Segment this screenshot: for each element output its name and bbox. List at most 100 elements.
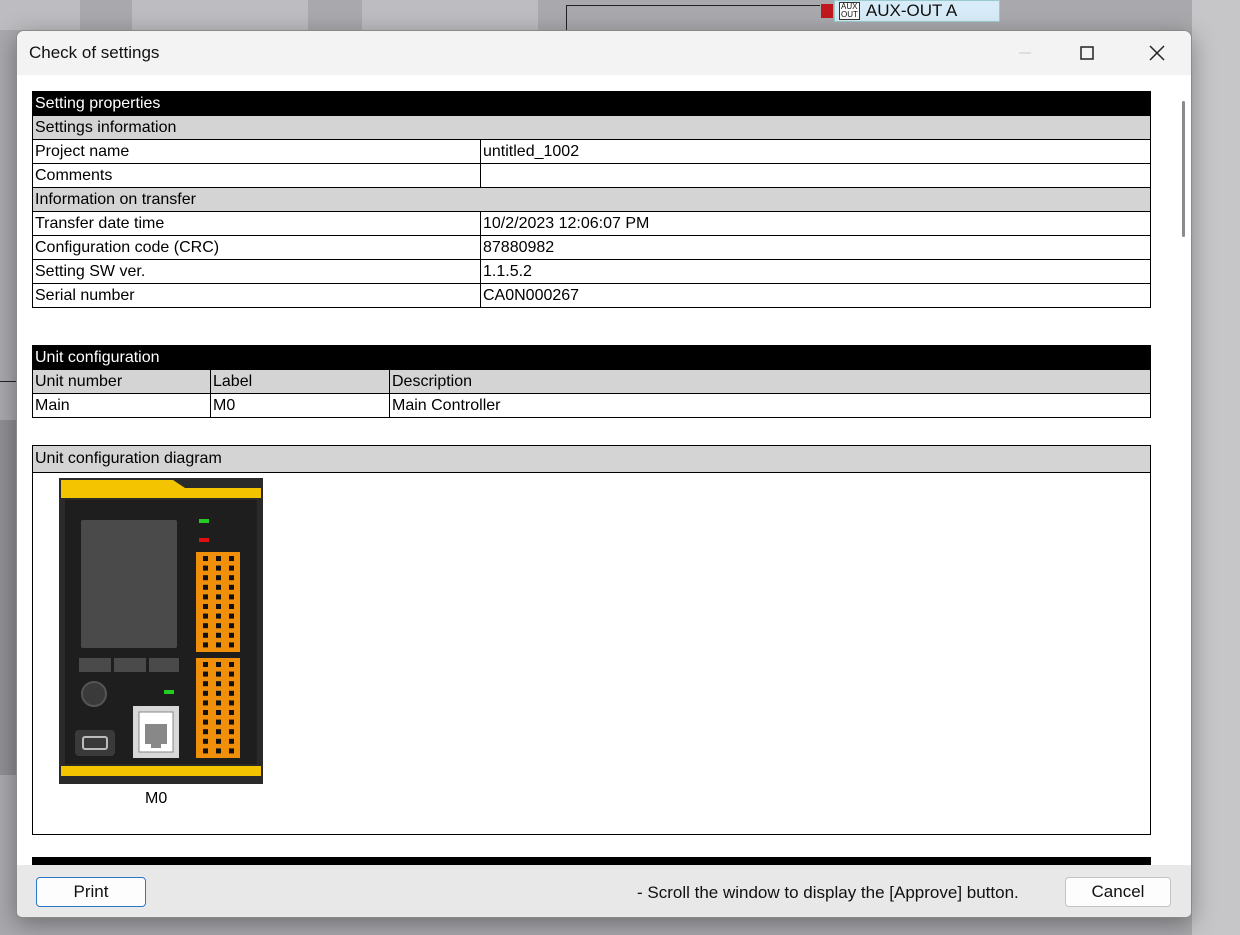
cell-label: M0 (210, 393, 390, 418)
terminal-pin (203, 662, 208, 667)
terminal-pin (203, 594, 208, 600)
terminal-pin (203, 738, 208, 744)
close-icon (1149, 45, 1165, 61)
terminal-pin (216, 594, 221, 600)
maximize-button[interactable] (1055, 31, 1119, 75)
row-label: Configuration code (CRC) (32, 235, 481, 260)
dialog-footer: Print - Scroll the window to display the… (17, 865, 1191, 917)
terminal-pin (229, 575, 234, 581)
terminal-pin (203, 700, 208, 706)
terminal-pin (216, 642, 221, 648)
scrollbar-thumb[interactable] (1182, 101, 1185, 237)
terminal-block-top (196, 552, 240, 652)
minimize-button[interactable] (993, 31, 1057, 75)
background-wire (566, 5, 567, 30)
table-row: Main M0 Main Controller (32, 393, 1151, 418)
terminal-pin (229, 623, 234, 629)
dialog-titlebar[interactable]: Check of settings (17, 31, 1191, 75)
terminal-pin (203, 748, 208, 754)
terminal-pin (229, 642, 234, 648)
terminal-block-bottom (196, 658, 240, 758)
terminal-pin (216, 681, 221, 687)
vertical-scrollbar[interactable] (1177, 75, 1191, 865)
terminal-pin (229, 748, 234, 754)
column-header-label: Label (210, 369, 390, 394)
row-label: Comments (32, 163, 481, 188)
background-panel (132, 0, 308, 30)
controller-module-image (59, 478, 263, 784)
maximize-icon (1080, 46, 1094, 60)
terminal-pin (216, 623, 221, 629)
terminal-pin (229, 690, 234, 696)
terminal-pin (216, 584, 221, 590)
terminal-pin (203, 604, 208, 609)
terminal-pin (203, 710, 208, 715)
aux-out-icon: AUX OUT (839, 2, 860, 20)
terminal-pin (229, 613, 234, 619)
row-value: untitled_1002 (480, 139, 1151, 164)
report-content[interactable]: Setting properties Settings information … (17, 75, 1177, 865)
terminal-pin (229, 681, 234, 687)
row-label: Serial number (32, 283, 481, 308)
terminal-table-header-partial (32, 857, 1151, 865)
terminal-pin (216, 613, 221, 619)
background-panel (362, 0, 538, 30)
row-value: CA0N000267 (480, 283, 1151, 308)
aux-out-label: AUX-OUT A (865, 1, 958, 20)
terminal-pin (216, 575, 221, 581)
terminal-pin (216, 662, 221, 667)
table-row: Project name untitled_1002 (32, 139, 1151, 164)
terminal-pin (229, 556, 234, 561)
row-label: Project name (32, 139, 481, 164)
unit-configuration-header: Unit configuration (32, 345, 1151, 370)
check-settings-dialog: Check of settings Setting properties Set… (16, 30, 1192, 918)
terminal-pin (203, 556, 208, 561)
row-value: 87880982 (480, 235, 1151, 260)
row-value: 1.1.5.2 (480, 259, 1151, 284)
terminal-pin (229, 671, 234, 677)
terminal-pin (229, 710, 234, 715)
terminal-pin (216, 671, 221, 677)
background-wire (566, 5, 820, 6)
terminal-pin (203, 575, 208, 581)
print-button[interactable]: Print (36, 877, 146, 907)
terminal-pin (203, 584, 208, 590)
table-row: Configuration code (CRC) 87880982 (32, 235, 1151, 260)
row-value: 10/2/2023 12:06:07 PM (480, 211, 1151, 236)
row-label: Setting SW ver. (32, 259, 481, 284)
terminal-pin (229, 719, 234, 725)
terminal-pin (203, 671, 208, 677)
setting-properties-header: Setting properties (32, 91, 1151, 116)
terminal-pin (216, 556, 221, 561)
terminal-pin (203, 613, 208, 619)
dialog-title: Check of settings (29, 43, 160, 62)
information-on-transfer-header: Information on transfer (32, 187, 1151, 212)
background-panel (0, 0, 80, 30)
minimize-icon (1019, 52, 1031, 54)
background-panel (1192, 0, 1240, 935)
terminal-pin (216, 738, 221, 744)
close-button[interactable] (1125, 31, 1189, 75)
unit-configuration-table: Unit configuration Unit number Label Des… (32, 345, 1151, 418)
terminal-pin (216, 700, 221, 706)
terminal-pin (203, 632, 208, 638)
cell-unit-number: Main (32, 393, 211, 418)
terminal-pin (203, 719, 208, 725)
setting-properties-table: Setting properties Settings information … (32, 91, 1151, 308)
terminal-pin (229, 700, 234, 706)
terminal-pin (229, 738, 234, 744)
column-header-description: Description (389, 369, 1151, 394)
column-header-unit-number: Unit number (32, 369, 211, 394)
terminal-pin (229, 604, 234, 609)
terminal-pin (229, 594, 234, 600)
table-row: Setting SW ver. 1.1.5.2 (32, 259, 1151, 284)
terminal-pin (216, 710, 221, 715)
aux-status-indicator (821, 4, 833, 18)
terminal-pin (203, 729, 208, 735)
terminal-pin (203, 690, 208, 696)
terminal-pin (216, 748, 221, 754)
row-label: Transfer date time (32, 211, 481, 236)
cancel-button[interactable]: Cancel (1065, 877, 1171, 907)
terminal-pin (203, 642, 208, 648)
aux-out-block[interactable]: AUX OUT AUX-OUT A (821, 0, 1000, 22)
